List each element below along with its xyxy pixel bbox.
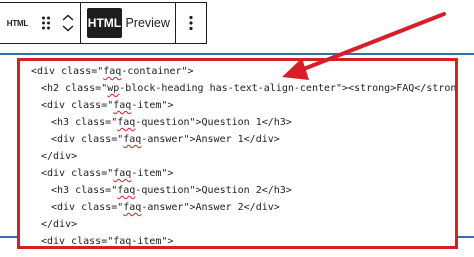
code-line: <div class="faq-item"> [41, 100, 174, 111]
tab-html[interactable]: HTML [86, 8, 123, 38]
chevron-down-icon[interactable] [62, 25, 74, 32]
code-line: </div> [41, 151, 78, 162]
code-line: <div class="faq-container"> [31, 66, 194, 77]
html-block-icon[interactable]: HTML [0, 19, 35, 28]
toolbar-divider [79, 2, 81, 44]
code-line: <div class="faq-answer">Answer 1</div> [51, 134, 280, 145]
drag-handle-icon[interactable] [35, 2, 56, 44]
block-top-border [0, 53, 474, 55]
code-line: <h3 class="faq-question">Question 1</h3> [51, 117, 292, 128]
code-line: <h2 class="wp-block-heading has-text-ali… [41, 83, 457, 94]
html-code-editor[interactable]: <div class="faq-container"> <h2 class="w… [17, 58, 458, 249]
code-line: </div> [41, 219, 78, 230]
code-line: <h3 class="faq-question">Question 2</h3> [51, 185, 292, 196]
more-options-icon[interactable] [176, 2, 206, 44]
block-mover [56, 2, 79, 44]
code-line: <div class="faq-item"> [41, 168, 174, 179]
block-toolbar: HTML HTML Preview [0, 2, 207, 44]
chevron-up-icon[interactable] [62, 14, 74, 21]
tab-preview[interactable]: Preview [124, 8, 171, 38]
code-line: <div class="faq-item"> [41, 236, 174, 247]
code-line: <div class="faq-answer">Answer 2</div> [51, 202, 280, 213]
